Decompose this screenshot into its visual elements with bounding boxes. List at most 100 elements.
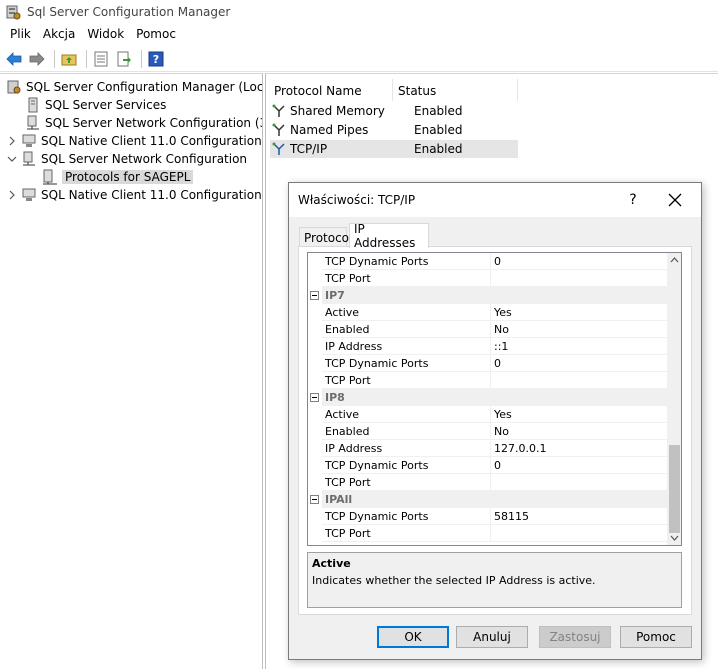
column-header-status[interactable]: Status	[398, 82, 436, 100]
tree-item-protocols-sagepl[interactable]: Protocols for SAGEPL	[42, 168, 194, 186]
vertical-scrollbar[interactable]	[667, 253, 681, 545]
property-value[interactable]: ::1	[491, 338, 508, 355]
menu-widok[interactable]: Widok	[81, 27, 130, 41]
property-value[interactable]: 0	[491, 355, 501, 372]
tree-item-label: SQL Native Client 11.0 Configuration (32…	[41, 134, 262, 148]
protocol-row[interactable]: Named Pipes Enabled	[270, 121, 518, 139]
scrollbar-thumb[interactable]	[669, 445, 680, 533]
grid-property-row[interactable]: Active Yes	[322, 405, 668, 423]
menu-bar: Plik Akcja Widok Pomoc	[0, 24, 718, 44]
protocols-icon	[43, 169, 57, 185]
property-name: TCP Dynamic Ports	[322, 253, 491, 270]
property-value[interactable]: Yes	[491, 304, 512, 321]
description-text: Indicates whether the selected IP Addres…	[312, 574, 596, 587]
tab-content: TCP Dynamic Ports 0 TCP Port IP7 Active Yes En…	[298, 246, 692, 615]
tree-item-label: SQL Server Configuration Manager (Local)	[26, 80, 263, 94]
protocol-row[interactable]: Shared Memory Enabled	[270, 102, 518, 120]
toolbar-separator	[141, 49, 142, 68]
grid-property-row[interactable]: TCP Port	[322, 371, 668, 389]
property-value[interactable]: 0	[491, 253, 501, 270]
property-value[interactable]: 58115	[491, 508, 529, 525]
toolbar: ?	[0, 46, 718, 72]
tree-item-services[interactable]: SQL Server Services	[25, 96, 166, 114]
tree-item-root[interactable]: SQL Server Configuration Manager (Local)	[6, 78, 263, 96]
property-value[interactable]: 0	[491, 457, 501, 474]
tree-item-network-config[interactable]: SQL Server Network Configuration	[7, 150, 247, 168]
tab-ip-addresses[interactable]: IP Addresses	[349, 222, 429, 250]
show-hide-tree-button[interactable]	[91, 49, 111, 69]
grid-property-row[interactable]: TCP Dynamic Ports 0	[322, 354, 668, 372]
grid-property-row[interactable]: TCP Port	[322, 473, 668, 491]
back-button[interactable]	[4, 49, 24, 69]
column-separator[interactable]	[392, 79, 393, 101]
chevron-right-icon[interactable]	[7, 136, 17, 146]
grid-property-row[interactable]: Active Yes	[322, 303, 668, 321]
chevron-right-icon[interactable]	[7, 190, 17, 200]
column-header-protocol-name[interactable]: Protocol Name	[274, 82, 362, 100]
grid-property-row[interactable]: Enabled No	[322, 320, 668, 338]
property-name: IP Address	[322, 439, 491, 457]
protocol-row-selected[interactable]: TCP/IP Enabled	[270, 140, 518, 158]
server-icon	[28, 97, 38, 113]
grid-property-row[interactable]: TCP Dynamic Ports 58115	[322, 507, 668, 525]
dialog-title: Właściwości: TCP/IP	[298, 193, 416, 207]
collapse-toggle-icon[interactable]	[310, 495, 319, 504]
tree-item-network-32bit[interactable]: SQL Server Network Configuration (32bit	[25, 114, 262, 132]
grid-category[interactable]: IPAll	[322, 491, 668, 508]
folder-up-icon	[61, 54, 77, 65]
scroll-up-icon[interactable]	[670, 256, 679, 264]
protocol-status: Enabled	[414, 104, 463, 118]
property-name: TCP Dynamic Ports	[322, 354, 491, 372]
grid-property-row[interactable]: TCP Dynamic Ports 0	[322, 253, 668, 270]
grid-property-row[interactable]: TCP Port	[322, 524, 668, 542]
up-folder-button[interactable]	[59, 49, 79, 69]
property-name: Active	[322, 405, 491, 423]
dialog-help-button[interactable]: ?	[625, 191, 641, 209]
grid-property-row[interactable]: IP Address::1	[322, 337, 668, 355]
scroll-down-icon[interactable]	[670, 534, 679, 542]
grid-property-row[interactable]: TCP Port	[322, 269, 668, 287]
property-value[interactable]: Yes	[491, 406, 512, 423]
property-value[interactable]	[491, 474, 494, 491]
property-grid[interactable]: TCP Dynamic Ports 0 TCP Port IP7 Active Yes En…	[307, 252, 682, 546]
forward-button[interactable]	[27, 49, 47, 69]
collapse-toggle-icon[interactable]	[310, 291, 319, 300]
apply-button[interactable]: Zastosuj	[539, 626, 611, 648]
property-name: IP Address	[322, 337, 491, 355]
description-title: Active	[312, 557, 351, 570]
export-list-button[interactable]	[114, 49, 134, 69]
property-name: TCP Dynamic Ports	[322, 507, 491, 525]
property-value[interactable]	[491, 525, 494, 542]
list-icon	[94, 51, 108, 66]
grid-property-row[interactable]: Enabled No	[322, 422, 668, 440]
sql-config-manager-icon	[6, 5, 21, 20]
grid-category[interactable]: IP8	[322, 389, 668, 406]
ok-button[interactable]: OK	[377, 626, 449, 648]
collapse-toggle-icon[interactable]	[310, 393, 319, 402]
property-value[interactable]: No	[491, 321, 509, 338]
help-dialog-button[interactable]: Pomoc	[620, 626, 692, 648]
close-icon[interactable]	[666, 191, 684, 209]
tree-item-label: SQL Server Services	[45, 98, 167, 112]
chevron-down-icon[interactable]	[7, 154, 17, 164]
protocol-name: TCP/IP	[290, 142, 328, 156]
menu-pomoc[interactable]: Pomoc	[130, 27, 182, 41]
menu-akcja[interactable]: Akcja	[37, 27, 81, 41]
property-value[interactable]: 127.0.0.1	[491, 440, 546, 457]
help-button[interactable]: ?	[146, 49, 166, 69]
tab-protocol[interactable]: Protocol	[299, 227, 352, 247]
grid-property-row[interactable]: TCP Dynamic Ports 0	[322, 456, 668, 474]
tree-item-label: SQL Native Client 11.0 Configuration	[41, 188, 262, 202]
property-value[interactable]	[491, 270, 494, 287]
cancel-button[interactable]: Anuluj	[456, 626, 528, 648]
title-bar: Sql Server Configuration Manager	[0, 0, 718, 24]
menu-plik[interactable]: Plik	[4, 27, 37, 41]
column-separator[interactable]	[517, 79, 518, 101]
grid-property-row[interactable]: IP Address 127.0.0.1	[322, 439, 668, 457]
back-arrow-icon	[6, 51, 22, 66]
grid-category[interactable]: IP7	[322, 287, 668, 304]
property-value[interactable]: No	[491, 423, 509, 440]
property-value[interactable]	[491, 372, 494, 389]
tree-item-native-client-32bit[interactable]: SQL Native Client 11.0 Configuration (32…	[7, 132, 262, 150]
tree-item-native-client[interactable]: SQL Native Client 11.0 Configuration	[7, 186, 262, 204]
